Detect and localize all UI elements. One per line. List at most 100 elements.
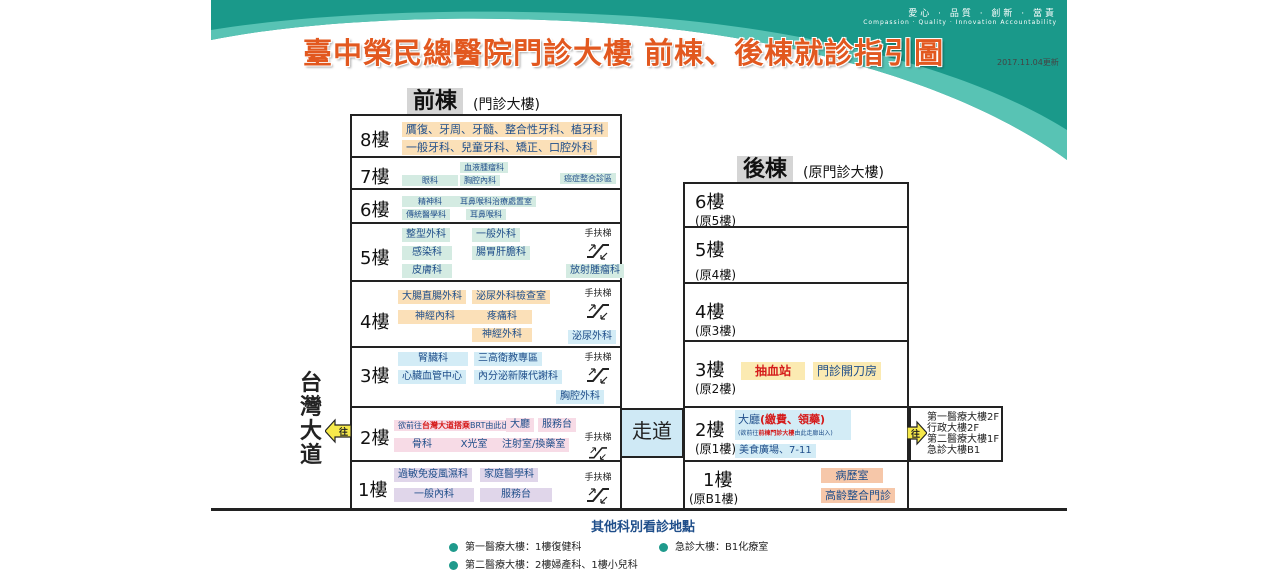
dept-psychiatry: 精神科 — [402, 196, 458, 207]
dept-radiation-oncology: 放射腫瘤科 — [566, 264, 624, 278]
dept-general-surgery: 一般外科 — [472, 228, 520, 242]
slogan-zh: 愛心 · 品質 · 創新 · 當責 — [908, 9, 1057, 19]
footer-item-text: 急診大樓：B1化療室 — [675, 542, 769, 553]
back-floor-5: 5樓 (原4樓) — [683, 226, 909, 284]
back-lobby-box: 大廳(繳費、領藥) (欲前往前棟門診大樓由此走廊出入) — [735, 410, 851, 440]
floor-label-text: 3樓 — [695, 360, 725, 381]
escalator-label: 手扶梯 — [584, 289, 612, 299]
dept-allergy: 過敏免疫風濕科 — [394, 468, 472, 482]
update-date: 2017.11.04更新 — [997, 58, 1059, 67]
floor-orig: (原4樓) — [695, 268, 736, 282]
dept-orthopedics: 骨科 — [394, 438, 450, 452]
floor-label: 6樓 — [360, 200, 390, 221]
note-post: 由此走廊出入) — [794, 430, 833, 437]
footer-item: 急診大樓：B1化療室 — [659, 538, 768, 553]
back-floor-1: 1樓 (原B1樓) 病歷室 高齡整合門診 — [683, 460, 909, 510]
floor-label-text: 2樓 — [695, 420, 725, 441]
escalator-1f: 手扶梯 — [578, 470, 618, 505]
dept-family-medicine: 家庭醫學科 — [480, 468, 538, 482]
dept-urology: 泌尿外科 — [568, 330, 616, 344]
escalator-label: 手扶梯 — [584, 433, 612, 443]
floor-label: 2樓 — [360, 428, 390, 449]
escalator-4f: 手扶梯 — [578, 286, 618, 321]
floor-orig: (原2樓) — [695, 382, 736, 396]
note-pre: (欲前往 — [738, 430, 759, 437]
dept-cancer-center: 癌症整合診區 — [560, 173, 616, 184]
floor-label: 1樓 (原B1樓) — [689, 466, 738, 507]
front-building-title: 前棟 — [407, 88, 464, 116]
escalator-icon — [589, 447, 607, 460]
floor-label: 7樓 — [360, 167, 390, 188]
footer-title: 其他科別看診地點 — [591, 520, 696, 535]
floor-label-text: 4樓 — [695, 302, 725, 323]
front-floor-4: 4樓 大腸直腸外科 泌尿外科檢查室 神經內科 疼痛科 神經外科 泌尿外科 手扶梯 — [350, 280, 622, 348]
back-lobby-label: 大廳 — [738, 413, 760, 426]
dept-ophthalmology: 眼科 — [402, 175, 458, 186]
escalator-label: 手扶梯 — [584, 229, 612, 239]
food-court: 美食廣場、7-11 — [735, 444, 816, 458]
dept-internal-medicine: 一般內科 — [394, 488, 474, 502]
escalator-icon — [587, 244, 609, 260]
back-building-subtitle: (原門診大樓) — [803, 165, 884, 181]
blood-draw-station: 抽血站 — [741, 362, 805, 380]
dept-infectious: 感染科 — [402, 246, 452, 260]
dept-ent-treatment: 耳鼻喉科治療處置室 — [456, 196, 536, 207]
road-name: 台灣大道 — [299, 371, 322, 468]
front-floor-3: 3樓 腎臟科 三高衛教專區 心臟血管中心 內分泌新陳代謝科 胸腔外科 手扶梯 — [350, 346, 622, 408]
dept-cardiovascular: 心臟血管中心 — [398, 370, 466, 384]
floor-label: 4樓 (原3樓) — [695, 298, 736, 339]
note-red: 前棟門診大樓 — [758, 430, 795, 437]
escalator-label: 手扶梯 — [584, 353, 612, 363]
bullet-dot — [449, 560, 458, 570]
escalator-5f: 手扶梯 — [578, 226, 618, 261]
dept-urology-exam: 泌尿外科檢查室 — [472, 290, 550, 304]
escalator-2f: 手扶梯 — [578, 430, 618, 461]
floor-label: 4樓 — [360, 312, 390, 333]
floor-label: 1樓 — [358, 480, 388, 501]
floor-orig: (原3樓) — [695, 324, 736, 338]
dept-thoracic-surgery: 胸腔外科 — [556, 390, 604, 404]
escalator-label: 手扶梯 — [584, 473, 612, 483]
connected-building: 第二醫療大樓1F — [927, 434, 1000, 445]
floor-label: 5樓 — [360, 248, 390, 269]
dept-colorectal: 大腸直腸外科 — [398, 290, 466, 304]
back-floor-4: 4樓 (原3樓) — [683, 282, 909, 342]
dept-pain: 疼痛科 — [472, 310, 532, 324]
slogan-en: Compassion · Quality · Innovation Accoun… — [863, 19, 1057, 26]
floor-label: 5樓 (原4樓) — [695, 236, 736, 283]
front-floor-2: 2樓 欲前往台灣大道搭乘BRT由此出入 大廳 服務台 骨科 X光室 注射室/換藥… — [350, 406, 622, 462]
bullet-dot — [659, 542, 668, 552]
front-floor-8: 8樓 贋復、牙周、牙髓、整合性牙科、植牙科 一般牙科、兒童牙科、矯正、口腔外科 — [350, 114, 622, 158]
floor-label-text: 1樓 — [703, 470, 733, 491]
dept-hematology: 血液腫瘤科 — [460, 162, 508, 173]
dept-dental-2: 一般牙科、兒童牙科、矯正、口腔外科 — [402, 140, 597, 155]
right-arrow-label: 往 — [911, 430, 921, 440]
back-floor-3: 3樓 (原2樓) 抽血站 門診開刀房 — [683, 340, 909, 408]
corridor: 走道 — [620, 408, 684, 458]
front-1f-service-desk: 服務台 — [480, 488, 552, 502]
footer-item: 第一醫療大樓：1樓復健科 — [449, 538, 581, 553]
back-lobby-note: (欲前往前棟門診大樓由此走廊出入) — [735, 428, 851, 437]
dept-traditional-medicine: 傳統醫學科 — [402, 209, 450, 220]
dept-ent: 耳鼻喉科 — [466, 209, 506, 220]
left-arrow-label: 往 — [339, 428, 349, 438]
dept-plastic-surgery: 整型外科 — [402, 228, 450, 242]
escalator-3f: 手扶梯 — [578, 350, 618, 385]
brt-note: 欲前往台灣大道搭乘BRT由此出入 — [394, 420, 522, 431]
page-title: 臺中榮民總醫院門診大樓 前棟、後棟就診指引圖 — [303, 36, 945, 70]
brt-note-red: 台灣大道搭乘 — [422, 421, 470, 430]
floor-label: 3樓 — [360, 366, 390, 387]
front-service-desk: 服務台 — [538, 418, 576, 432]
back-floor-2: 2樓 (原1樓) 大廳(繳費、領藥) (欲前往前棟門診大樓由此走廊出入) 美食廣場… — [683, 406, 909, 462]
floor-label: 2樓 (原1樓) — [695, 416, 736, 457]
dept-endocrinology: 內分泌新陳代謝科 — [474, 370, 562, 384]
dept-dermatology: 皮膚科 — [402, 264, 452, 278]
front-building-subtitle: (門診大樓) — [473, 97, 540, 113]
connected-building: 第一醫療大樓2F — [927, 412, 1000, 423]
floor-orig: (原B1樓) — [689, 492, 739, 506]
floor-label: 6樓 (原5樓) — [695, 188, 736, 229]
front-floor-6: 6樓 精神科 耳鼻喉科治療處置室 傳統醫學科 耳鼻喉科 — [350, 188, 622, 224]
front-floor-7: 7樓 血液腫瘤科 眼科 胸腔內科 癌症整合診區 — [350, 156, 622, 190]
escalator-icon — [587, 304, 609, 320]
guide-sheet: 愛心 · 品質 · 創新 · 當責 Compassion · Quality ·… — [211, 0, 1067, 572]
